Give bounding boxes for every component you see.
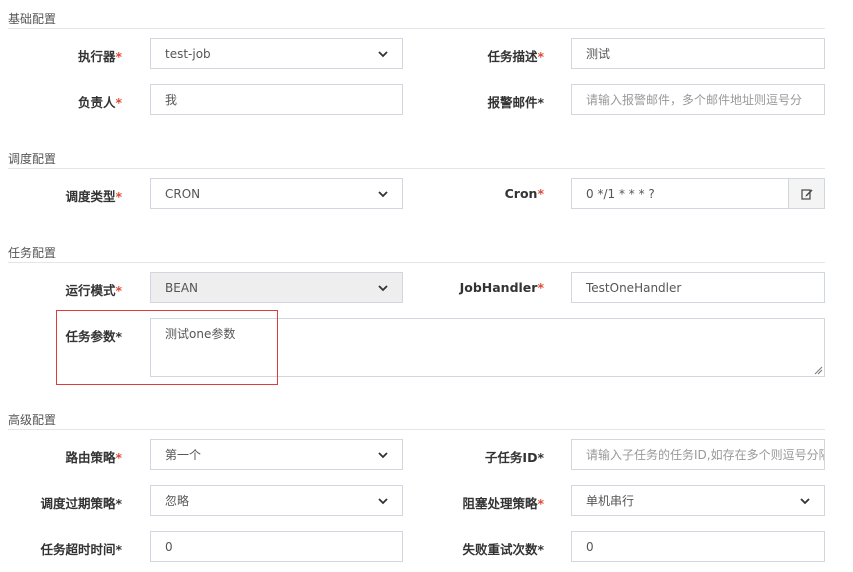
author-input[interactable]: 我 xyxy=(150,84,403,115)
chevron-down-icon xyxy=(378,451,388,458)
fail-retry-label-text: 失败重试次数 xyxy=(462,542,538,557)
block-strategy-label-text: 阻塞处理策略 xyxy=(462,496,538,511)
fail-retry-label: 失败重试次数* xyxy=(430,539,544,558)
route-strategy-value: 第一个 xyxy=(165,448,202,462)
misfire-strategy-label: 调度过期策略* xyxy=(6,493,122,512)
section-divider xyxy=(8,429,825,430)
timeout-label-text: 任务超时时间 xyxy=(40,542,116,557)
timeout-label: 任务超时时间* xyxy=(6,539,122,558)
section-divider xyxy=(8,168,825,169)
section-divider xyxy=(8,262,825,263)
chevron-down-icon xyxy=(378,284,388,291)
executor-select[interactable]: test-job xyxy=(150,38,403,69)
required-mark: * xyxy=(115,189,122,204)
required-mark: * xyxy=(537,542,544,557)
job-handler-value: TestOneHandler xyxy=(586,280,682,295)
author-label-text: 负责人 xyxy=(77,95,116,110)
chevron-down-icon xyxy=(378,497,388,504)
author-value: 我 xyxy=(165,93,178,107)
required-mark: * xyxy=(537,95,544,110)
job-handler-label: JobHandler* xyxy=(430,280,544,295)
chevron-down-icon xyxy=(378,50,388,57)
cron-value: 0 */1 * * * ? xyxy=(586,186,655,201)
glue-type-value: BEAN xyxy=(165,280,198,295)
child-job-id-input[interactable]: 请输入子任务的任务ID,如存在多个则逗号分隔 xyxy=(571,439,825,470)
timeout-value: 0 xyxy=(165,539,173,554)
route-strategy-label: 路由策略* xyxy=(20,447,122,466)
edit-icon xyxy=(800,188,812,200)
block-strategy-select[interactable]: 单机串行 xyxy=(571,485,825,516)
misfire-strategy-value: 忽略 xyxy=(165,494,190,508)
route-strategy-label-text: 路由策略 xyxy=(65,450,116,465)
required-mark: * xyxy=(115,95,122,110)
alarm-email-label-text: 报警邮件 xyxy=(487,95,538,110)
required-mark: * xyxy=(537,49,544,64)
highlight-box xyxy=(56,310,278,385)
required-mark: * xyxy=(537,280,544,295)
cron-label: Cron* xyxy=(430,186,544,201)
cron-input[interactable]: 0 */1 * * * ? xyxy=(571,178,789,209)
executor-label: 执行器* xyxy=(20,46,122,65)
schedule-type-value: CRON xyxy=(165,186,201,201)
required-mark: * xyxy=(115,49,122,64)
executor-label-text: 执行器 xyxy=(77,49,116,64)
required-mark: * xyxy=(115,450,122,465)
required-mark: * xyxy=(537,450,544,465)
job-handler-label-text: JobHandler xyxy=(459,280,538,295)
section-title-basic: 基础配置 xyxy=(8,12,57,26)
child-job-id-label: 子任务ID* xyxy=(430,447,544,466)
child-job-id-label-text: 子任务ID xyxy=(484,450,538,465)
alarm-email-placeholder: 请输入报警邮件，多个邮件地址则逗号分 xyxy=(586,93,803,107)
chevron-down-icon xyxy=(378,190,388,197)
section-title-schedule: 调度配置 xyxy=(8,152,57,166)
block-strategy-label: 阻塞处理策略* xyxy=(430,493,544,512)
schedule-type-label-text: 调度类型 xyxy=(65,189,116,204)
required-mark: * xyxy=(115,496,122,511)
child-job-id-placeholder: 请输入子任务的任务ID,如存在多个则逗号分隔 xyxy=(586,448,825,462)
misfire-strategy-select[interactable]: 忽略 xyxy=(150,485,403,516)
cron-edit-button[interactable] xyxy=(788,178,825,209)
job-desc-input[interactable]: 测试 xyxy=(571,38,825,69)
chevron-down-icon xyxy=(800,497,810,504)
required-mark: * xyxy=(115,283,122,298)
executor-value: test-job xyxy=(165,46,211,61)
block-strategy-value: 单机串行 xyxy=(586,494,635,508)
job-handler-input[interactable]: TestOneHandler xyxy=(571,272,825,303)
misfire-strategy-label-text: 调度过期策略 xyxy=(40,496,116,511)
cron-label-text: Cron xyxy=(504,186,538,201)
required-mark: * xyxy=(537,186,544,201)
schedule-type-label: 调度类型* xyxy=(20,186,122,205)
route-strategy-select[interactable]: 第一个 xyxy=(150,439,403,470)
glue-type-label-text: 运行模式 xyxy=(65,283,116,298)
required-mark: * xyxy=(115,542,122,557)
resize-handle-icon[interactable] xyxy=(814,366,823,375)
job-desc-value: 测试 xyxy=(586,47,611,61)
schedule-type-select[interactable]: CRON xyxy=(150,178,403,209)
glue-type-select[interactable]: BEAN xyxy=(150,272,403,303)
glue-type-label: 运行模式* xyxy=(20,280,122,299)
required-mark: * xyxy=(537,496,544,511)
fail-retry-value: 0 xyxy=(586,539,594,554)
job-desc-label: 任务描述* xyxy=(430,46,544,65)
timeout-input[interactable]: 0 xyxy=(150,531,403,562)
section-title-task: 任务配置 xyxy=(8,246,57,260)
section-title-advanced: 高级配置 xyxy=(8,413,57,427)
job-desc-label-text: 任务描述 xyxy=(487,49,538,64)
alarm-email-input[interactable]: 请输入报警邮件，多个邮件地址则逗号分 xyxy=(571,84,825,115)
alarm-email-label: 报警邮件* xyxy=(430,92,544,111)
author-label: 负责人* xyxy=(20,92,122,111)
section-divider xyxy=(8,28,825,29)
fail-retry-input[interactable]: 0 xyxy=(571,531,825,562)
